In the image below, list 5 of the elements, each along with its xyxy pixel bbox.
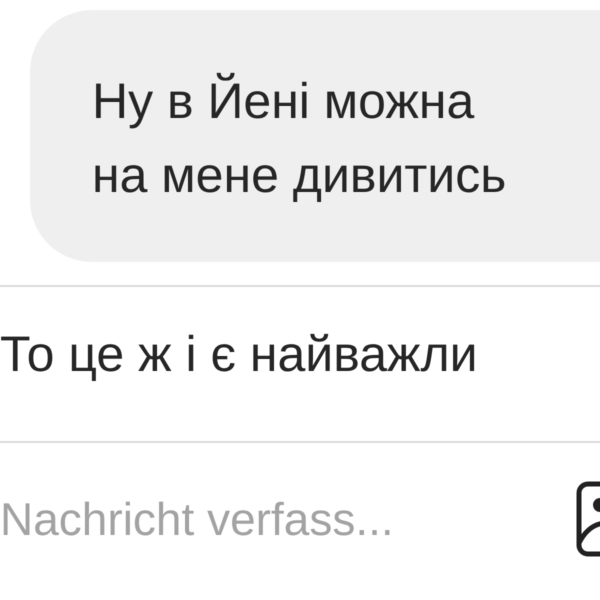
message-input[interactable]: Nachricht verfass... <box>0 492 540 546</box>
message-text: на мене дивитись <box>92 146 506 204</box>
message-text: Ну в Йені можна <box>92 72 474 130</box>
message-text: То це ж і є найважли <box>0 325 478 383</box>
image-icon[interactable] <box>576 481 600 557</box>
